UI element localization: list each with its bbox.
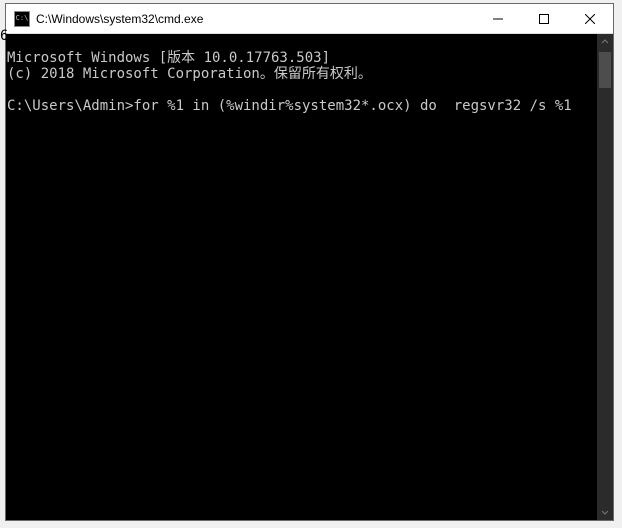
window-controls: [475, 4, 613, 33]
scroll-down-button[interactable]: [597, 504, 613, 520]
console-output[interactable]: Microsoft Windows [版本 10.0.17763.503] (c…: [6, 34, 597, 520]
minimize-button[interactable]: [475, 4, 521, 33]
scroll-thumb[interactable]: [599, 52, 611, 88]
cmd-icon: C:\: [14, 11, 30, 27]
window-title: C:\Windows\system32\cmd.exe: [36, 12, 475, 26]
close-button[interactable]: [567, 4, 613, 33]
vertical-scrollbar[interactable]: [597, 34, 613, 520]
scroll-up-button[interactable]: [597, 34, 613, 50]
titlebar[interactable]: C:\ C:\Windows\system32\cmd.exe: [6, 4, 613, 34]
console-line: (c) 2018 Microsoft Corporation。保留所有权利。: [7, 66, 372, 82]
chevron-down-icon: [601, 508, 609, 516]
console-line: Microsoft Windows [版本 10.0.17763.503]: [7, 50, 330, 66]
console-area: Microsoft Windows [版本 10.0.17763.503] (c…: [6, 34, 613, 520]
cmd-window: C:\ C:\Windows\system32\cmd.exe: [5, 3, 614, 521]
close-icon: [585, 14, 595, 24]
maximize-icon: [539, 14, 549, 24]
minimize-icon: [493, 14, 503, 24]
chevron-up-icon: [601, 38, 609, 46]
stray-character: 6: [0, 28, 8, 44]
cmd-icon-glyph: C:\: [16, 15, 29, 22]
console-prompt-line: C:\Users\Admin>for %1 in (%windir%system…: [7, 98, 572, 114]
maximize-button[interactable]: [521, 4, 567, 33]
